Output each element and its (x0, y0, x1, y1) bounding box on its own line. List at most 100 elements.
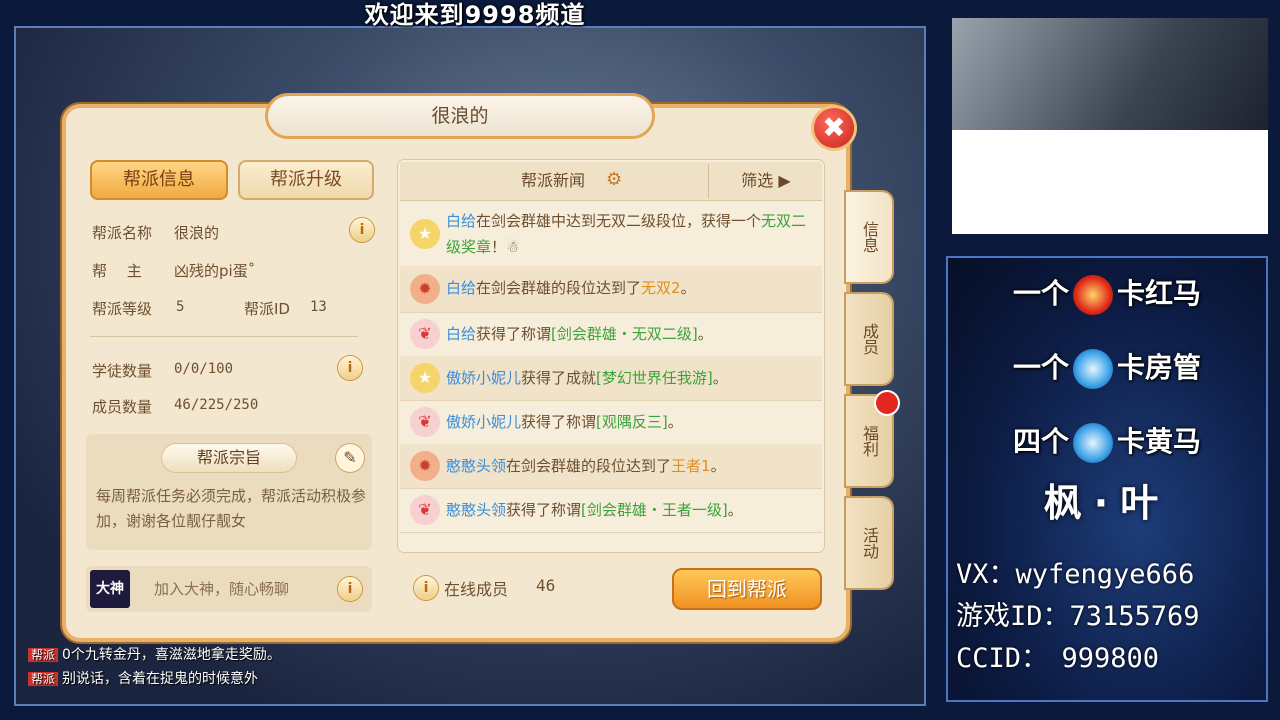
yellow-horse-icon (1073, 423, 1113, 463)
apprentice-info-icon[interactable]: i (338, 356, 362, 380)
side-tab-activities[interactable]: 活动 (846, 498, 892, 588)
side-tab-members[interactable]: 成员 (846, 294, 892, 384)
member-count-value: 46/225/250 (174, 397, 259, 413)
news-text: 憨憨头领在剑会群雄的段位达到了王者1。 (446, 453, 814, 479)
promo-count: 四个 (1012, 425, 1069, 458)
wing-icon: ❦ (410, 495, 440, 525)
player-name-link[interactable]: 白给 (446, 279, 476, 297)
dashen-info-icon[interactable]: i (338, 577, 362, 601)
news-text-body: 在剑会群雄中达到无双二级段位，获得一个 (476, 212, 762, 230)
news-item: ✹ 白给在剑会群雄的段位达到了无双2。 (400, 266, 822, 313)
motto-text: 每周帮派任务必须完成，帮派活动积极参加，谢谢各位靓仔靓女 (96, 487, 367, 530)
player-name-link[interactable]: 白给 (446, 212, 476, 230)
player-name-link[interactable]: 白给 (446, 325, 476, 343)
player-name-link[interactable]: 傲娇小妮儿 (446, 369, 521, 387)
red-horse-icon (1073, 275, 1113, 315)
promo-item: 卡黄马 (1117, 425, 1202, 458)
news-item: ❦ 傲娇小妮儿获得了称谓[观隅反三]。 (400, 400, 822, 445)
room-manager-icon (1073, 349, 1113, 389)
apprentice-count-value: 0/0/100 (174, 361, 234, 377)
news-item: ★ 傲娇小妮儿获得了成就[梦幻世界任我游]。 (400, 356, 822, 401)
news-text-end: 。 (710, 457, 726, 475)
guild-id-label: 帮派ID (244, 300, 290, 318)
chat-channel-tag: 帮派 (28, 672, 59, 686)
news-text-end: ！☃ (491, 238, 520, 256)
member-count-label: 成员数量 (92, 398, 153, 416)
blank-overlay-box (952, 130, 1268, 234)
stream-banner: 欢迎来到9998频道 (364, 1, 586, 29)
online-info-icon[interactable]: i (414, 576, 438, 600)
gear-icon[interactable]: ⚙ (606, 170, 626, 190)
promo-count: 一个 (1012, 277, 1069, 310)
star-icon: ★ (410, 219, 440, 249)
contact-wechat: VX：wyfengye666 (956, 559, 1195, 590)
news-text-end: 。 (712, 369, 728, 387)
dashen-join-text: 加入大神，随心畅聊 (154, 580, 290, 598)
chat-text: 别说话，含着在捉鬼的时候意外 (62, 671, 259, 687)
badge-icon: ✹ (410, 451, 440, 481)
divider (90, 336, 358, 337)
chat-channel-tag: 帮派 (28, 648, 59, 662)
guild-name-value: 很浪的 (174, 224, 220, 242)
side-tab-info[interactable]: 信息 (846, 192, 892, 282)
news-item: ✹ 憨憨头领在剑会群雄的段位达到了王者1。 (400, 444, 822, 489)
online-members-label: 在线成员 (444, 580, 509, 599)
apprentice-count-label: 学徒数量 (92, 362, 153, 380)
guild-level-value: 5 (176, 299, 185, 315)
promo-line: 一个 卡房管 (946, 346, 1268, 389)
news-text-body: 在剑会群雄的段位达到了 (506, 457, 672, 475)
promo-item: 卡房管 (1117, 351, 1202, 384)
player-name-link[interactable]: 憨憨头领 (446, 501, 506, 519)
return-to-guild-button[interactable]: 回到帮派 (672, 568, 822, 610)
promo-line: 一个 卡红马 (946, 272, 1268, 315)
news-text-body: 获得了成就 (521, 369, 597, 387)
webcam-feed (952, 18, 1268, 130)
guild-name-label: 帮派名称 (92, 224, 153, 242)
news-text-body: 获得了称谓 (506, 501, 582, 519)
chat-text: 0个九转金丹，喜滋滋地拿走奖励。 (62, 647, 281, 663)
chat-line: 帮派 别说话，含着在捉鬼的时候意外 (28, 668, 258, 688)
player-name-link[interactable]: 傲娇小妮儿 (446, 413, 521, 431)
news-text-body: 在剑会群雄的段位达到了 (476, 279, 642, 297)
guild-name-info-icon[interactable]: i (350, 218, 374, 242)
news-text-end: 。 (697, 325, 713, 343)
divider (708, 164, 709, 198)
pencil-icon[interactable]: ✎ (336, 444, 364, 472)
close-button[interactable]: ✖ (814, 108, 854, 148)
news-text-body: 获得了称谓 (476, 325, 552, 343)
tab-guild-upgrade[interactable]: 帮派升级 (238, 160, 374, 200)
guild-level-label: 帮派等级 (92, 300, 153, 318)
star-icon: ★ (410, 363, 440, 393)
news-text-end: 。 (680, 279, 696, 297)
wing-icon: ❦ (410, 319, 440, 349)
news-item: ❦ 憨憨头领获得了称谓[剑会群雄・王者一级]。 (400, 488, 822, 533)
guild-leader-label: 帮 主 (92, 262, 142, 280)
news-highlight: [剑会群雄・无双二级] (551, 325, 698, 343)
news-highlight: 王者1 (671, 457, 711, 475)
promo-line: 四个 卡黄马 (946, 420, 1268, 463)
notification-dot (876, 392, 898, 414)
news-text: 白给获得了称谓[剑会群雄・无双二级]。 (446, 321, 814, 347)
panel-title: 很浪的 (431, 105, 489, 127)
player-name-link[interactable]: 憨憨头领 (446, 457, 506, 475)
news-item: ★ 白给在剑会群雄中达到无双二级段位，获得一个无双二级奖章！☃ (400, 202, 822, 267)
guild-leader-value: 凶残的pi蛋˚ (174, 262, 256, 280)
news-highlight: [梦幻世界任我游] (596, 369, 713, 387)
news-text-end: 。 (667, 413, 683, 431)
motto-title: 帮派宗旨 (162, 444, 296, 472)
dashen-logo: 大神 (90, 570, 130, 608)
news-text: 傲娇小妮儿获得了称谓[观隅反三]。 (446, 409, 814, 435)
news-text: 白给在剑会群雄中达到无双二级段位，获得一个无双二级奖章！☃ (446, 208, 814, 260)
news-highlight: [观隅反三] (596, 413, 668, 431)
badge-icon: ✹ (410, 274, 440, 304)
wing-icon: ❦ (410, 407, 440, 437)
streamer-name: 枫·叶 (1043, 481, 1171, 525)
guild-id-value: 13 (310, 299, 327, 315)
news-text: 傲娇小妮儿获得了成就[梦幻世界任我游]。 (446, 365, 814, 391)
news-filter-button[interactable]: 筛选 ▶ (710, 162, 822, 200)
online-members-count: 46 (536, 576, 556, 595)
tab-guild-info[interactable]: 帮派信息 (90, 160, 228, 200)
news-item: ❦ 白给获得了称谓[剑会群雄・无双二级]。 (400, 312, 822, 357)
news-text-body: 获得了称谓 (521, 413, 597, 431)
news-header-label: 帮派新闻 (520, 171, 585, 190)
